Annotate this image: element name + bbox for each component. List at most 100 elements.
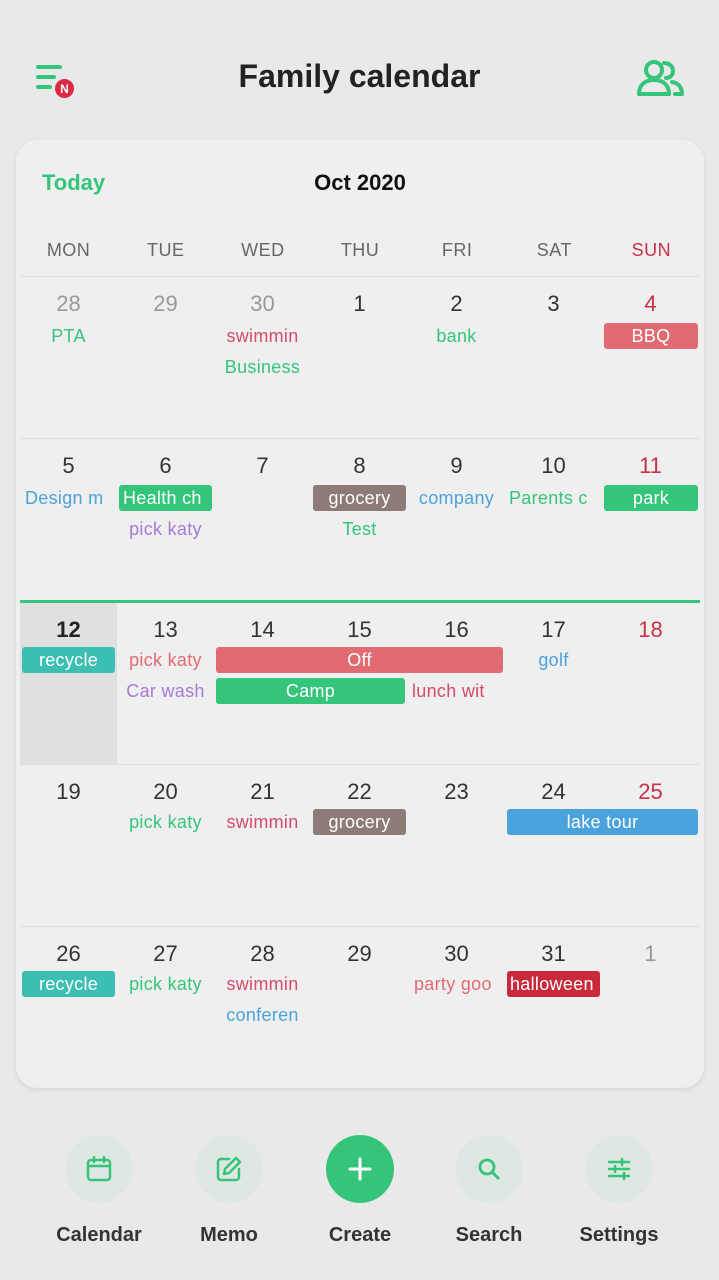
day-cell[interactable]: 1 [311, 277, 408, 439]
event-bar[interactable]: grocery [313, 485, 406, 511]
event-label[interactable]: Car wash [117, 678, 214, 704]
day-cell[interactable]: 21 [214, 765, 311, 927]
event-label[interactable]: Parents c [507, 485, 600, 511]
day-number: 19 [56, 779, 81, 804]
event-label[interactable]: pick katy [117, 809, 214, 835]
day-cell[interactable]: 3 [505, 277, 602, 439]
day-number: 1 [353, 291, 366, 316]
event-label[interactable]: swimmin [214, 809, 311, 835]
day-cell[interactable]: 4 [602, 277, 699, 439]
event-label[interactable]: PTA [20, 323, 117, 349]
day-cell[interactable]: 29 [117, 277, 214, 439]
week-row: 26 27 28 29 30 31 1 recycle pick katy sw… [20, 926, 700, 1088]
event-label[interactable]: Design m [22, 485, 115, 511]
event-label[interactable]: swimmin [214, 971, 311, 997]
event-label[interactable]: conferen [214, 1002, 311, 1028]
nav-settings-circle [585, 1135, 653, 1203]
day-cell[interactable]: 24 [505, 765, 602, 927]
page-title: Family calendar [238, 58, 481, 94]
nav-memo-button[interactable]: Memo [169, 1135, 289, 1265]
nav-label: Settings [579, 1224, 659, 1246]
event-bar[interactable]: park [604, 485, 698, 511]
event-label[interactable]: party goo [408, 971, 505, 997]
day-number: 14 [250, 617, 275, 642]
day-cell[interactable]: 23 [408, 765, 505, 927]
event-label[interactable]: pick katy [117, 516, 214, 542]
day-number: 21 [250, 779, 275, 804]
event-label[interactable]: company [408, 485, 505, 511]
event-bar-multiday[interactable]: Camp [216, 678, 405, 704]
day-cell[interactable]: 27 [117, 927, 214, 1088]
day-cell[interactable]: 28 [20, 277, 117, 439]
calendar-icon [86, 1155, 112, 1182]
weekday-label: TUE [146, 240, 185, 260]
event-label[interactable]: pick katy [117, 971, 214, 997]
event-label[interactable]: Test [311, 516, 408, 542]
day-cell[interactable]: 26 [20, 927, 117, 1088]
day-cell[interactable]: 31 [505, 927, 602, 1088]
event-bar-multiday[interactable]: Off [216, 647, 503, 673]
day-number: 31 [541, 941, 566, 966]
day-cell[interactable]: 9 [408, 439, 505, 601]
event-label[interactable]: swimmin [214, 323, 311, 349]
day-number: 27 [153, 941, 178, 966]
weekday-label: WED [241, 240, 285, 260]
event-bar[interactable]: BBQ [604, 323, 698, 349]
day-number: 10 [541, 453, 566, 478]
event-bar[interactable]: halloween [507, 971, 600, 997]
day-cell[interactable]: 25 [602, 765, 699, 927]
week-row: 5 6 7 8 9 10 11 Design m Health ch pick … [20, 438, 700, 600]
day-cell[interactable]: 5 [20, 439, 117, 601]
event-bar[interactable]: recycle [22, 971, 115, 997]
day-number: 1 [644, 941, 657, 966]
nav-calendar-button[interactable]: Calendar [39, 1135, 159, 1265]
event-label[interactable]: bank [408, 323, 505, 349]
nav-search-button[interactable]: Search [429, 1135, 549, 1265]
search-icon [478, 1158, 500, 1180]
day-number: 24 [541, 779, 566, 804]
day-cell[interactable]: 7 [214, 439, 311, 601]
nav-create-button[interactable]: Create [300, 1135, 420, 1265]
day-number-today: 12 [56, 617, 81, 642]
day-cell[interactable]: 1 [602, 927, 699, 1088]
event-label[interactable]: pick katy [117, 647, 214, 673]
day-number: 22 [347, 779, 372, 804]
event-bar[interactable]: recycle [22, 647, 115, 673]
event-label[interactable]: lunch wit [408, 678, 505, 704]
day-cell[interactable]: 18 [602, 603, 699, 765]
day-cell[interactable]: 17 [505, 603, 602, 765]
day-cell[interactable]: 22 [311, 765, 408, 927]
app-header: N Family calendar [0, 0, 719, 135]
family-members-button[interactable] [634, 58, 686, 100]
users-icon [637, 60, 684, 96]
day-cell[interactable]: 20 [117, 765, 214, 927]
nav-calendar-circle [65, 1135, 133, 1203]
day-number: 30 [444, 941, 469, 966]
sliders-icon [607, 1157, 631, 1181]
day-cell[interactable]: 29 [311, 927, 408, 1088]
day-number: 29 [153, 291, 178, 316]
day-cell[interactable]: 19 [20, 765, 117, 927]
calendar-card: Today Oct 2020 MON TUE WED THU FRI SAT S… [16, 140, 704, 1088]
event-bar[interactable]: grocery [313, 809, 406, 835]
event-bar[interactable]: Health ch [119, 485, 212, 511]
nav-label: Create [328, 1224, 392, 1246]
nav-memo-circle [195, 1135, 263, 1203]
event-bar-multiday[interactable]: lake tour [507, 809, 698, 835]
week-row: 19 20 21 22 23 24 25 pick katy swimmin g… [20, 764, 700, 926]
week-row: 28 29 30 1 2 3 4 PTA swimmin Business ba… [20, 276, 700, 438]
nav-settings-button[interactable]: Settings [559, 1135, 679, 1265]
day-cell[interactable]: 30 [408, 927, 505, 1088]
event-label[interactable]: Business [214, 354, 311, 380]
edit-icon [216, 1156, 242, 1182]
day-cell[interactable]: 2 [408, 277, 505, 439]
day-cell[interactable]: 10 [505, 439, 602, 601]
month-title[interactable]: Oct 2020 [16, 170, 704, 196]
day-number: 9 [450, 453, 463, 478]
day-cell[interactable]: 11 [602, 439, 699, 601]
nav-label: Search [455, 1224, 523, 1246]
weekday-label: THU [340, 240, 380, 260]
day-number: 11 [639, 453, 662, 478]
event-label[interactable]: golf [505, 647, 602, 673]
day-cell-today[interactable]: 12 [20, 603, 117, 765]
